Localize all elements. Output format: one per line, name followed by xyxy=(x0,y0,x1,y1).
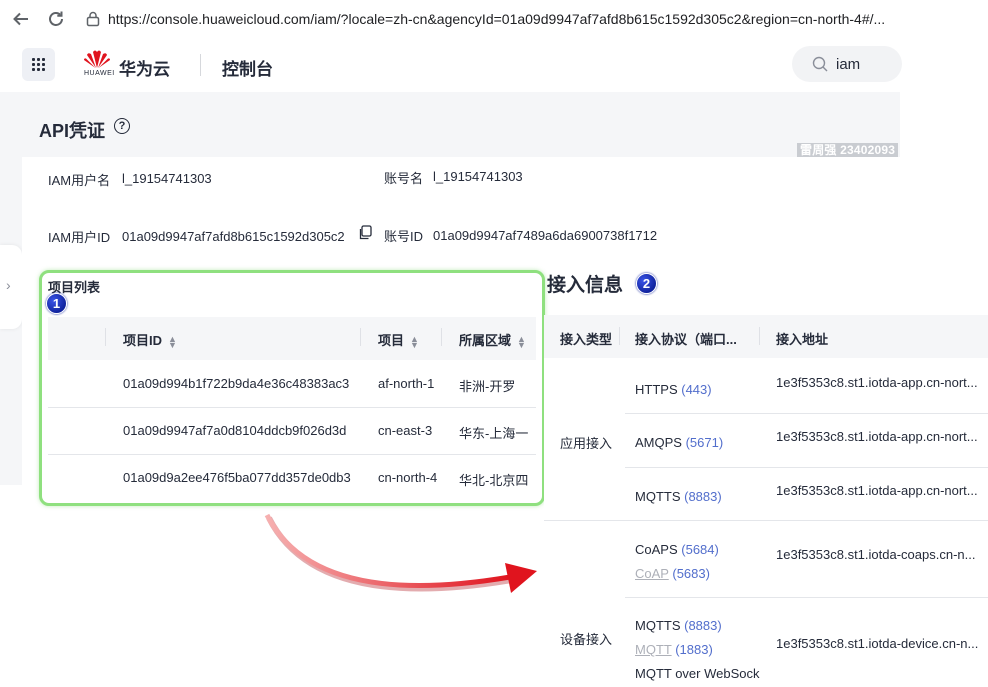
port-link[interactable]: (1883) xyxy=(675,642,713,657)
port-link[interactable]: (5684) xyxy=(681,542,719,557)
project-id-cell: 01a09d9a2ee476f5ba077dd357de0db3 xyxy=(123,470,351,485)
iam-user-name-label: IAM用户名 xyxy=(48,173,111,188)
chevron-right-icon: › xyxy=(6,277,11,293)
protocol-cell: AMQPS (5671) xyxy=(635,435,724,450)
access-info-title: 接入信息 xyxy=(547,275,624,296)
project-name-cell: cn-north-4 xyxy=(378,470,438,485)
back-arrow-icon[interactable] xyxy=(12,10,30,31)
address-cell: 1e3f5353c8.st1.iotda-app.cn-nort... xyxy=(776,429,978,444)
project-name-cell: af-north-1 xyxy=(378,376,435,391)
row-divider xyxy=(544,520,988,521)
access-type-device: 设备接入 xyxy=(560,632,613,647)
account-name-value: l_19154741303 xyxy=(433,169,523,184)
column-divider xyxy=(360,328,361,346)
row-divider xyxy=(48,454,536,455)
row-divider xyxy=(625,467,988,468)
port-link[interactable]: (5671) xyxy=(686,435,724,450)
port-link[interactable]: (8883) xyxy=(684,489,722,504)
protocol-cell-tertiary: MQTT over WebSock xyxy=(635,666,760,681)
column-header-protocol: 接入协议（端口... xyxy=(635,332,737,347)
project-region-cell: 华北-北京四 xyxy=(459,473,529,488)
column-header-access-type: 接入类型 xyxy=(560,332,613,347)
row-divider xyxy=(625,597,988,598)
column-header-project[interactable]: 项目 ▲ ▼ xyxy=(378,330,419,349)
copy-icon[interactable] xyxy=(358,225,372,240)
account-id-value: 01a09d9947af7489a6da6900738f1712 xyxy=(433,228,658,243)
row-divider xyxy=(625,413,988,414)
project-id-cell: 01a09d9947af7a0d8104ddcb9f026d3d xyxy=(123,423,347,438)
column-divider xyxy=(441,328,442,346)
column-header-address: 接入地址 xyxy=(776,332,829,347)
protocol-cell: CoAPS (5684) xyxy=(635,542,719,557)
grid-icon xyxy=(31,57,46,72)
column-divider xyxy=(105,328,106,346)
sort-icon[interactable]: ▲ ▼ xyxy=(517,334,526,349)
address-cell: 1e3f5353c8.st1.iotda-device.cn-n... xyxy=(776,636,979,651)
column-header-project-id[interactable]: 项目ID ▲ ▼ xyxy=(123,330,177,349)
project-region-cell: 非洲-开罗 xyxy=(459,379,516,394)
address-cell: 1e3f5353c8.st1.iotda-app.cn-nort... xyxy=(776,375,978,390)
service-menu-button[interactable] xyxy=(22,48,55,81)
protocol-cell: HTTPS (443) xyxy=(635,382,712,397)
page-title: API凭证 xyxy=(39,121,106,141)
account-name-label: 账号名 xyxy=(384,171,424,186)
search-icon xyxy=(812,56,828,75)
project-region-cell: 华东-上海一 xyxy=(459,426,529,441)
port-link[interactable]: (443) xyxy=(681,382,711,397)
sort-icon[interactable]: ▲ ▼ xyxy=(410,334,419,349)
column-header-region[interactable]: 所属区域 ▲ ▼ xyxy=(459,330,526,349)
huawei-logo-icon[interactable] xyxy=(82,49,112,72)
step-badge-2: 2 xyxy=(636,273,657,294)
protocol-cell: MQTTS (8883) xyxy=(635,489,722,504)
access-type-app: 应用接入 xyxy=(560,436,613,451)
iam-user-id-value: 01a09d9947af7afd8b615c1592d305c2 xyxy=(122,229,345,244)
search-value[interactable]: iam xyxy=(836,56,860,73)
annotation-arrow-icon xyxy=(255,505,555,618)
address-cell: 1e3f5353c8.st1.iotda-app.cn-nort... xyxy=(776,483,978,498)
step-badge-1: 1 xyxy=(46,293,67,314)
sidebar-toggle[interactable]: › xyxy=(0,245,22,329)
logo-text: HUAWEI xyxy=(84,70,115,77)
address-cell: 1e3f5353c8.st1.iotda-coaps.cn-n... xyxy=(776,547,976,562)
brand-name[interactable]: 华为云 xyxy=(119,55,170,80)
protocol-cell: MQTTS (8883) xyxy=(635,618,722,633)
port-link[interactable]: (5683) xyxy=(672,566,710,581)
column-divider xyxy=(759,327,760,345)
project-id-cell: 01a09d994b1f722b9da4e36c48383ac3 xyxy=(123,376,350,391)
protocol-cell-secondary: MQTT (1883) xyxy=(635,642,713,657)
row-divider xyxy=(48,407,536,408)
project-name-cell: cn-east-3 xyxy=(378,423,433,438)
account-id-label: 账号ID xyxy=(384,229,424,244)
user-watermark: 雷周强 23402093 xyxy=(797,143,899,158)
console-title[interactable]: 控制台 xyxy=(222,55,273,80)
url-text[interactable]: https://console.huaweicloud.com/iam/?loc… xyxy=(108,11,885,27)
reload-icon[interactable] xyxy=(47,10,65,31)
sort-icon[interactable]: ▲ ▼ xyxy=(168,334,177,349)
protocol-cell-secondary: CoAP (5683) xyxy=(635,566,710,581)
help-icon[interactable]: ? xyxy=(114,118,130,134)
iam-user-name-value: l_19154741303 xyxy=(122,171,212,186)
header-divider xyxy=(200,54,201,76)
site-info-icon[interactable] xyxy=(86,11,100,30)
port-link[interactable]: (8883) xyxy=(684,618,722,633)
column-divider xyxy=(619,327,620,345)
iam-user-id-label: IAM用户ID xyxy=(48,230,111,245)
